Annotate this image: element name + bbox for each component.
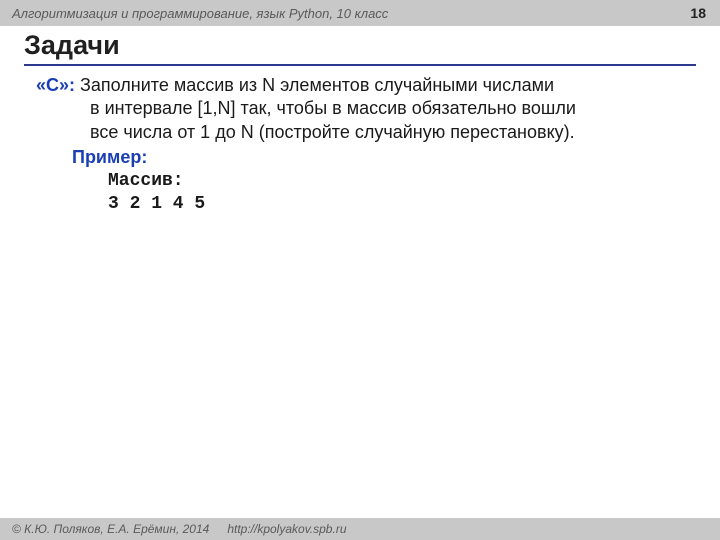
example-heading: Массив:	[108, 170, 690, 193]
example-label-text: Пример	[72, 147, 141, 167]
course-label: Алгоритмизация и программирование, язык …	[12, 6, 690, 21]
example-output: 3 2 1 4 5	[108, 193, 690, 216]
example-colon: :	[141, 147, 147, 167]
task-label: «С»:	[36, 75, 75, 95]
task-text-2: в интервале [1,N] так, чтобы в массив об…	[90, 97, 690, 120]
slide-title: Задачи	[24, 30, 696, 63]
example-label: Пример:	[72, 146, 690, 169]
header-bar: Алгоритмизация и программирование, язык …	[0, 0, 720, 26]
footer-bar: © К.Ю. Поляков, Е.А. Ерёмин, 2014 http:/…	[0, 518, 720, 540]
title-rule	[24, 64, 696, 66]
content: «С»: Заполните массив из N элементов слу…	[36, 74, 690, 216]
footer-url: http://kpolyakov.spb.ru	[227, 522, 346, 536]
task-line-1: «С»: Заполните массив из N элементов слу…	[90, 74, 690, 97]
slide: Алгоритмизация и программирование, язык …	[0, 0, 720, 540]
task-text-3: все числа от 1 до N (постройте случайную…	[90, 121, 690, 144]
page-number: 18	[690, 5, 706, 21]
footer-authors: © К.Ю. Поляков, Е.А. Ерёмин, 2014	[12, 522, 209, 536]
title-block: Задачи	[24, 30, 696, 66]
task-text-1: Заполните массив из N элементов случайны…	[80, 75, 554, 95]
